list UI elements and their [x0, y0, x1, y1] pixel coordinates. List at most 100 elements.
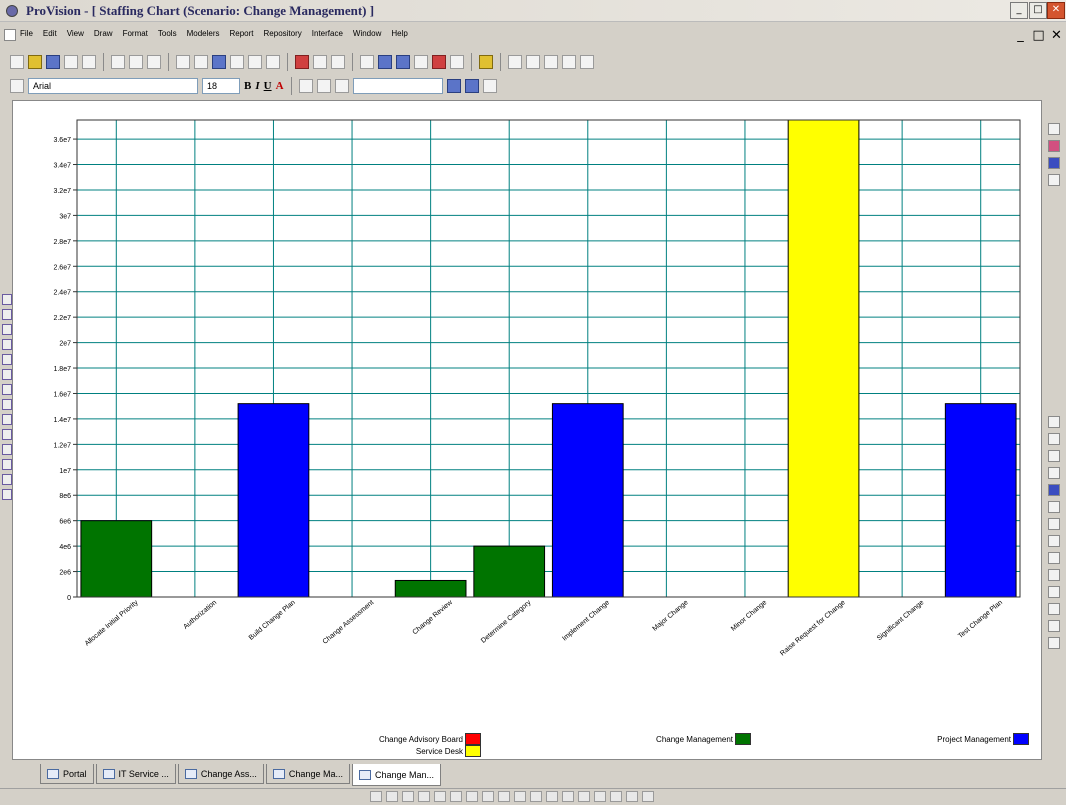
distribute-icon[interactable] — [514, 791, 526, 802]
ungroup-icon[interactable] — [1048, 586, 1060, 598]
bold-button[interactable]: B — [244, 80, 251, 92]
box-tool-icon[interactable] — [2, 339, 12, 350]
search-model-icon[interactable] — [450, 55, 464, 69]
object-icon[interactable] — [295, 55, 309, 69]
print-icon[interactable] — [64, 55, 78, 69]
size-icon[interactable] — [546, 791, 558, 802]
rotate-icon[interactable] — [1048, 603, 1060, 615]
fill-icon[interactable] — [1048, 552, 1060, 564]
link-icon[interactable] — [230, 55, 244, 69]
align-icon[interactable] — [418, 791, 430, 802]
menu-format[interactable]: Format — [123, 29, 148, 38]
maximize-button[interactable]: □ — [1029, 2, 1047, 19]
size-icon[interactable] — [578, 791, 590, 802]
tab-2[interactable]: Change Ass... — [177, 764, 264, 784]
menu-repository[interactable]: Repository — [264, 29, 302, 38]
group-icon[interactable] — [1048, 569, 1060, 581]
distribute-icon[interactable] — [498, 791, 510, 802]
tab-4[interactable]: Change Man... — [351, 764, 441, 786]
line-weight-icon[interactable] — [446, 79, 461, 93]
undo-icon[interactable] — [266, 55, 280, 69]
menu-window[interactable]: Window — [353, 29, 381, 38]
flow-tool-icon[interactable] — [2, 444, 12, 455]
close-button[interactable]: ✕ — [1047, 2, 1065, 19]
text-wrap-icon[interactable] — [316, 79, 331, 93]
refresh-icon[interactable] — [580, 55, 594, 69]
process-tool-icon[interactable] — [2, 294, 12, 305]
size-icon[interactable] — [530, 791, 542, 802]
space-icon[interactable] — [610, 791, 622, 802]
mdi-minimize-button[interactable]: _ — [1012, 27, 1029, 44]
link-tool-icon[interactable] — [2, 474, 12, 485]
menu-view[interactable]: View — [67, 29, 84, 38]
zoom-fit-icon[interactable] — [544, 55, 558, 69]
layout-icon[interactable] — [370, 791, 382, 802]
decision-tool-icon[interactable] — [2, 459, 12, 470]
view-icon[interactable] — [402, 791, 414, 802]
minimize-button[interactable]: _ — [1010, 2, 1028, 19]
style-icon[interactable] — [10, 79, 24, 93]
view-icon[interactable] — [386, 791, 398, 802]
pointer-icon[interactable] — [1048, 123, 1060, 135]
properties-icon[interactable] — [331, 55, 345, 69]
tab-3[interactable]: Change Ma... — [265, 764, 350, 784]
properties-tool-icon[interactable] — [2, 489, 12, 500]
subprocess-tool-icon[interactable] — [2, 324, 12, 335]
italic-button[interactable]: I — [255, 80, 259, 92]
menu-draw[interactable]: Draw — [94, 29, 113, 38]
text-fit-icon[interactable] — [334, 79, 349, 93]
cut-icon[interactable] — [111, 55, 125, 69]
data-tool-icon[interactable] — [2, 369, 12, 380]
underline-button[interactable]: U — [264, 80, 272, 92]
report-tool-icon[interactable] — [2, 399, 12, 410]
distribute-icon[interactable] — [482, 791, 494, 802]
font-color-button[interactable]: A — [276, 80, 284, 92]
layout-icon[interactable] — [396, 55, 410, 69]
chart-canvas[interactable]: 0 2e6 4e6 6e6 8e6 1e7 1.2e7 1.4e7 1.6e7 1.8e7 2e7 2… — [12, 100, 1042, 760]
form-tool-icon[interactable] — [2, 414, 12, 425]
tab-0[interactable]: Portal — [40, 764, 94, 784]
align-icon[interactable] — [360, 55, 374, 69]
edit-icon[interactable] — [1048, 501, 1060, 513]
folder-tool-icon[interactable] — [2, 384, 12, 395]
align-right-icon[interactable] — [1048, 620, 1060, 632]
layers-icon[interactable] — [1048, 433, 1060, 445]
print-preview-icon[interactable] — [82, 55, 96, 69]
menu-modelers[interactable]: Modelers — [187, 29, 220, 38]
font-size-select[interactable]: 18 — [202, 78, 240, 94]
space-icon[interactable] — [594, 791, 606, 802]
copy-format-icon[interactable] — [1048, 416, 1060, 428]
bring-front-icon[interactable] — [1048, 518, 1060, 530]
distribute-icon[interactable] — [378, 55, 392, 69]
align-icon[interactable] — [466, 791, 478, 802]
tab-1[interactable]: IT Service ... — [95, 764, 176, 784]
fill-color-icon[interactable] — [464, 79, 479, 93]
model-icon[interactable] — [432, 55, 446, 69]
space-icon[interactable] — [642, 791, 654, 802]
mdi-restore-button[interactable]: □ — [1030, 27, 1047, 44]
zoom-out-icon[interactable] — [526, 55, 540, 69]
text-align-icon[interactable] — [298, 79, 313, 93]
align-icon[interactable] — [434, 791, 446, 802]
menu-tools[interactable]: Tools — [158, 29, 177, 38]
menu-file[interactable]: File — [20, 29, 33, 38]
grid-view-icon[interactable] — [1048, 157, 1060, 169]
find-icon[interactable] — [176, 55, 190, 69]
save-icon[interactable] — [46, 55, 60, 69]
table-view-icon[interactable] — [1048, 174, 1060, 186]
delete-icon[interactable] — [1048, 637, 1060, 649]
space-icon[interactable] — [626, 791, 638, 802]
send-back-icon[interactable] — [1048, 535, 1060, 547]
zoom-page-icon[interactable] — [562, 55, 576, 69]
font-name-select[interactable]: Arial — [28, 78, 198, 94]
line-style-select[interactable] — [352, 78, 443, 94]
grid-icon[interactable] — [414, 55, 428, 69]
paste-icon[interactable] — [147, 55, 161, 69]
settings-icon[interactable] — [1048, 450, 1060, 462]
menu-interface[interactable]: Interface — [312, 29, 343, 38]
route-icon[interactable] — [248, 55, 262, 69]
event-tool-icon[interactable] — [2, 429, 12, 440]
filter-icon[interactable] — [212, 55, 226, 69]
spell-check-icon[interactable] — [194, 55, 208, 69]
activity-tool-icon[interactable] — [2, 309, 12, 320]
